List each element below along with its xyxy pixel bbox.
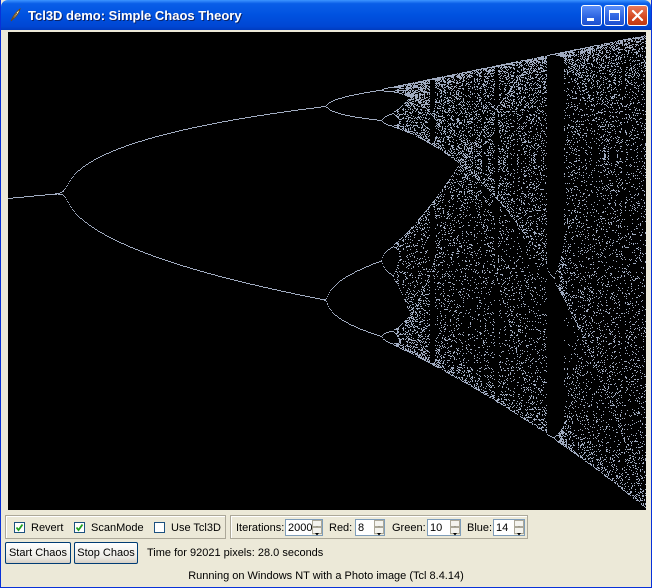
- scanmode-checkbox[interactable]: [74, 522, 85, 533]
- minimize-button[interactable]: [581, 5, 602, 26]
- green-value: 10: [430, 522, 443, 534]
- red-value: 8: [358, 522, 365, 534]
- red-down-arrow[interactable]: [374, 527, 384, 536]
- blue-down-arrow[interactable]: [514, 527, 524, 536]
- app-window: Tcl3D demo: Simple Chaos Theory Revert S…: [0, 0, 652, 588]
- blue-arrows: [514, 520, 524, 536]
- check-icon: [15, 523, 24, 532]
- iterations-up-arrow[interactable]: [312, 520, 322, 529]
- green-up-arrow[interactable]: [450, 520, 460, 529]
- iterations-spinbox[interactable]: 2000: [285, 519, 323, 536]
- minimize-icon: [587, 18, 594, 21]
- arrow-down-icon: [517, 533, 521, 536]
- iterations-down-arrow[interactable]: [312, 527, 322, 536]
- iterations-arrows: [312, 520, 322, 536]
- maximize-icon: [609, 10, 620, 21]
- iterations-value: 2000: [288, 522, 313, 534]
- iterations-label: Iterations:: [236, 522, 285, 534]
- title-bar[interactable]: Tcl3D demo: Simple Chaos Theory: [1, 0, 651, 30]
- close-button[interactable]: [627, 5, 648, 26]
- red-arrows: [374, 520, 384, 536]
- bifurcation-plot: [8, 32, 646, 510]
- blue-label: Blue:: [467, 522, 493, 534]
- window-title: Tcl3D demo: Simple Chaos Theory: [28, 8, 242, 23]
- red-up-arrow[interactable]: [374, 520, 384, 529]
- red-spinbox[interactable]: 8: [355, 519, 385, 536]
- revert-label: Revert: [31, 522, 64, 534]
- green-spinbox[interactable]: 10: [427, 519, 461, 536]
- blue-spinbox[interactable]: 14: [493, 519, 525, 536]
- feather-icon: [10, 8, 21, 22]
- stop-chaos-button[interactable]: Stop Chaos: [74, 542, 138, 564]
- maximize-button[interactable]: [604, 5, 625, 26]
- red-label: Red:: [329, 522, 353, 534]
- green-down-arrow[interactable]: [450, 527, 460, 536]
- use-tcl3d-checkbox[interactable]: [154, 522, 165, 533]
- green-label: Green:: [392, 522, 426, 534]
- arrow-down-icon: [315, 533, 319, 536]
- check-icon: [75, 523, 84, 532]
- blue-value: 14: [496, 522, 509, 534]
- close-icon: [631, 9, 644, 22]
- chaos-canvas[interactable]: [8, 32, 646, 510]
- revert-checkbox[interactable]: [14, 522, 25, 533]
- use-tcl3d-label: Use Tcl3D: [171, 522, 221, 534]
- green-arrows: [450, 520, 460, 536]
- settings-group: Iterations: 2000 Red: 8 Green: 10 Blue: …: [230, 515, 528, 539]
- platform-status: Running on Windows NT with a Photo image…: [188, 570, 464, 582]
- arrow-down-icon: [453, 533, 457, 536]
- arrow-down-icon: [377, 533, 381, 536]
- timing-status: Time for 92021 pixels: 28.0 seconds: [147, 547, 324, 559]
- options-group: Revert ScanMode Use Tcl3D: [5, 515, 226, 539]
- scanmode-label: ScanMode: [91, 522, 144, 534]
- blue-up-arrow[interactable]: [514, 520, 524, 529]
- start-chaos-button[interactable]: Start Chaos: [5, 542, 71, 564]
- controls-row: Revert ScanMode Use Tcl3D Iterations: 20…: [5, 515, 649, 539]
